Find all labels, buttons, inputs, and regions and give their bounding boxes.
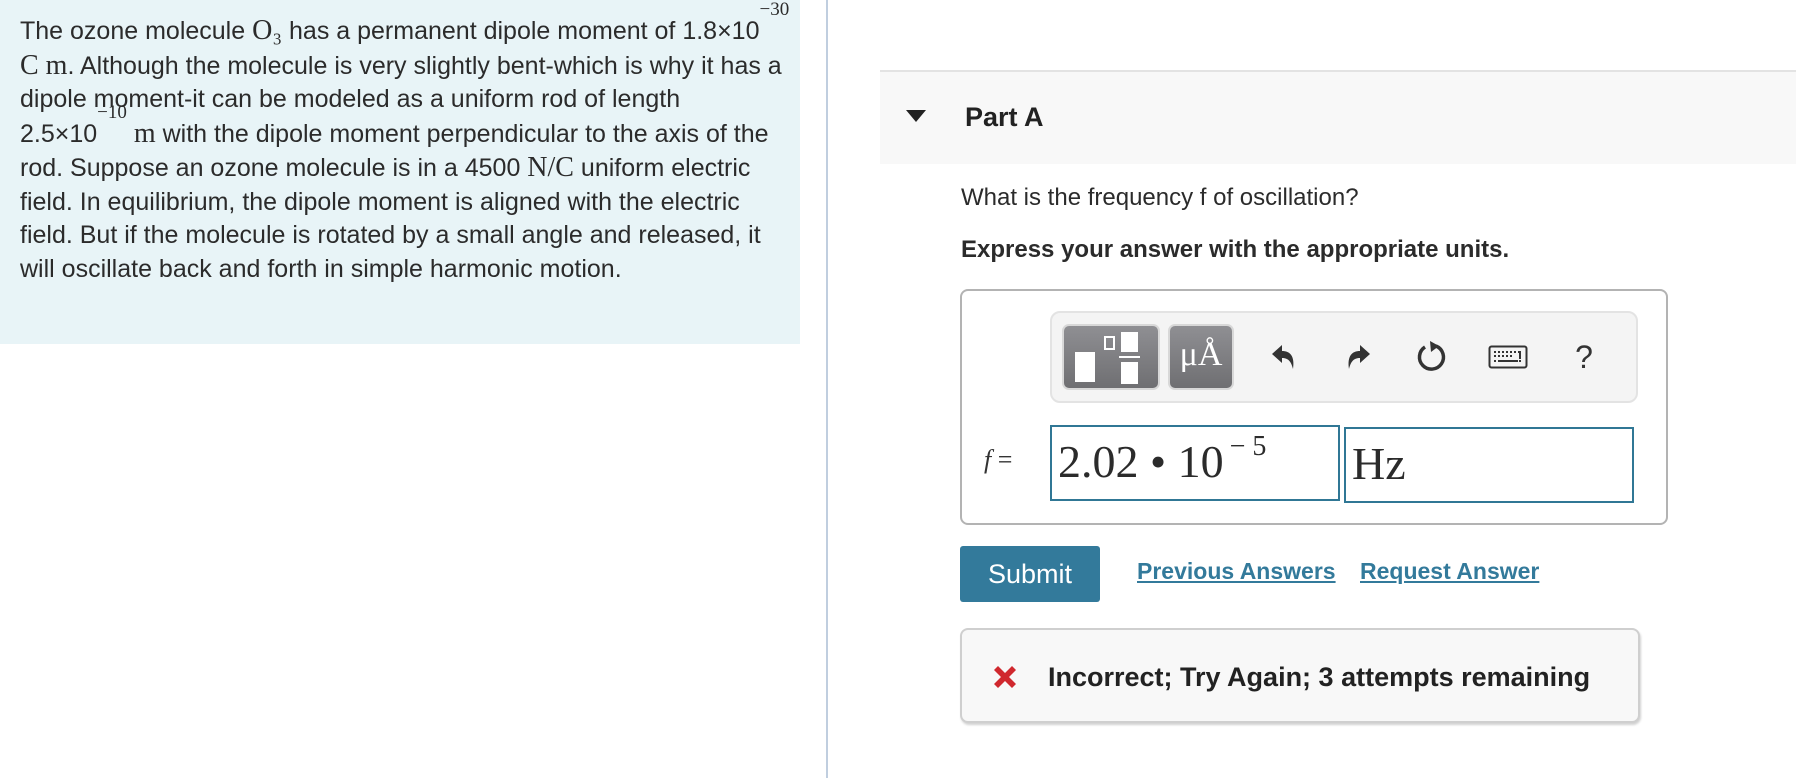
panel-divider: [826, 0, 828, 778]
feedback-text: Incorrect; Try Again; 3 attempts remaini…: [1048, 662, 1591, 692]
field-unit: N/C: [527, 152, 574, 183]
units-button[interactable]: μÅ: [1168, 324, 1234, 390]
feedback-message-box: Incorrect; Try Again; 3 attempts remaini…: [960, 628, 1640, 723]
value-input[interactable]: 2.02 • 10− 5: [1050, 425, 1340, 501]
templates-button[interactable]: [1062, 324, 1160, 390]
redo-icon: [1348, 345, 1370, 369]
request-answer-link[interactable]: Request Answer: [1360, 558, 1539, 585]
help-button[interactable]: ?: [1562, 335, 1606, 379]
reset-button[interactable]: [1410, 335, 1454, 379]
help-icon: ?: [1575, 338, 1593, 375]
variable-label: f =: [984, 445, 1013, 474]
math-toolbar: μÅ ?: [1050, 311, 1638, 403]
submit-button[interactable]: Submit: [960, 546, 1100, 602]
dipole-moment-exponent: −30: [759, 0, 790, 20]
answer-row: f = 2.02 • 10− 5 Hz: [962, 425, 1666, 503]
formula-ozone: O₃: [252, 15, 283, 46]
answer-instruction: Express your answer with the appropriate…: [961, 236, 1510, 263]
incorrect-x-icon: [994, 666, 1016, 688]
collapse-triangle-icon[interactable]: [906, 110, 926, 124]
keyboard-button[interactable]: [1486, 335, 1530, 379]
dipole-moment-unit: C m: [20, 49, 68, 81]
answer-box: μÅ ? f = 2.02 • 10 − 5 Hz: [960, 289, 1668, 525]
part-title: Part A: [965, 102, 1044, 132]
problem-text-segment: The ozone molecule: [20, 17, 253, 45]
value-exponent: − 5: [1229, 431, 1267, 462]
rod-length-exponent: −10: [97, 101, 127, 123]
previous-answers-link[interactable]: Previous Answers: [1137, 558, 1336, 585]
keyboard-icon: [1488, 345, 1528, 369]
reset-icon: [1417, 341, 1446, 371]
dipole-moment-value: 1.8×10: [682, 17, 760, 45]
rod-length-unit: m: [126, 117, 156, 149]
problem-statement-panel: The ozone molecule O₃ has a permanent di…: [0, 0, 800, 344]
undo-icon: [1272, 345, 1294, 369]
unit-input[interactable]: Hz: [1344, 427, 1634, 503]
part-a-header[interactable]: Part A: [880, 70, 1796, 164]
question-text: What is the frequency f of oscillation?: [961, 184, 1359, 211]
redo-button[interactable]: [1336, 335, 1380, 379]
units-icon: μÅ: [1179, 336, 1223, 373]
problem-text-segment: has a permanent dipole moment of: [282, 17, 683, 45]
value-mantissa: 2.02 • 10: [1058, 436, 1224, 487]
undo-button[interactable]: [1262, 335, 1306, 379]
problem-text: The ozone molecule O₃ has a permanent di…: [20, 0, 790, 286]
